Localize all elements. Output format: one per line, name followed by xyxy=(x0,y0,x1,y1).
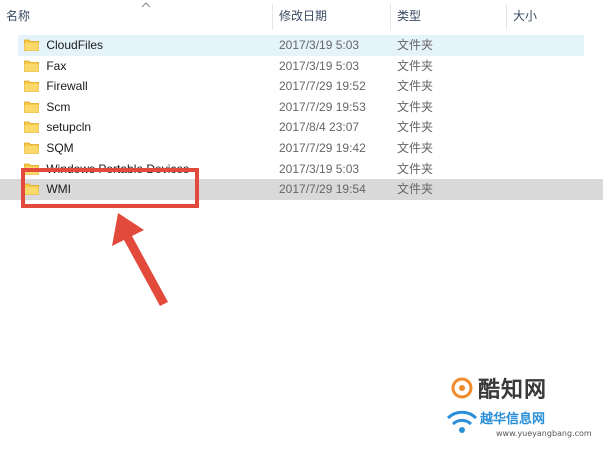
file-type: 文件夹 xyxy=(397,161,434,176)
sort-ascending-icon xyxy=(141,2,151,8)
watermark-subtitle: 越华信息网 xyxy=(480,411,546,426)
file-date: 2017/3/19 5:03 xyxy=(279,38,360,52)
column-header-size[interactable]: 大小 xyxy=(507,0,603,33)
file-date: 2017/3/19 5:03 xyxy=(279,58,360,73)
file-type: 文件夹 xyxy=(397,58,434,73)
file-date: 2017/3/19 5:03 xyxy=(279,161,360,176)
file-name-cell: Firewall xyxy=(18,76,88,97)
file-type: 文件夹 xyxy=(397,79,434,94)
watermark-url: www.yueyangbang.com xyxy=(496,429,592,438)
folder-icon xyxy=(24,121,39,134)
folder-icon xyxy=(24,142,39,154)
file-row-firewall[interactable]: Firewall 2017/7/29 19:52 文件夹 xyxy=(0,76,603,97)
folder-icon xyxy=(24,60,39,72)
file-name-cell: Fax xyxy=(18,56,66,77)
annotation-highlight-box xyxy=(21,168,199,208)
column-header-type[interactable]: 类型 xyxy=(391,0,506,33)
file-explorer: 名称 修改日期 类型 大小 CloudFiles 2017/3/19 5:03 … xyxy=(0,0,603,449)
column-header-date[interactable]: 修改日期 xyxy=(273,0,390,33)
file-date: 2017/7/29 19:53 xyxy=(279,99,366,114)
file-date: 2017/7/29 19:42 xyxy=(279,140,366,155)
file-name: Firewall xyxy=(46,79,88,94)
watermark: 酷知网 越华信息网 www.yueyangbang.com xyxy=(444,372,603,449)
folder-icon xyxy=(24,80,39,93)
file-type: 文件夹 xyxy=(397,182,434,197)
file-name: Scm xyxy=(46,99,71,114)
file-row-setupcln[interactable]: setupcln 2017/8/4 23:07 文件夹 xyxy=(0,117,603,138)
column-header-name[interactable]: 名称 xyxy=(0,0,272,33)
file-name: CloudFiles xyxy=(46,38,104,52)
file-type: 文件夹 xyxy=(397,140,434,155)
file-name-cell: Scm xyxy=(18,97,70,118)
file-row-sqm[interactable]: SQM 2017/7/29 19:42 文件夹 xyxy=(0,138,603,159)
file-row-scm[interactable]: Scm 2017/7/29 19:53 文件夹 xyxy=(0,97,603,118)
file-name: SQM xyxy=(46,140,74,155)
file-type: 文件夹 xyxy=(397,99,434,114)
file-date: 2017/7/29 19:52 xyxy=(279,79,366,94)
file-name: setupcln xyxy=(46,120,92,135)
file-date: 2017/7/29 19:54 xyxy=(279,182,366,197)
file-name-cell: setupcln xyxy=(18,117,91,138)
file-type: 文件夹 xyxy=(397,120,434,135)
watermark-title: 酷知网 xyxy=(478,377,548,402)
folder-icon xyxy=(24,101,39,113)
folder-icon xyxy=(24,39,39,51)
column-header-row: 名称 修改日期 类型 大小 xyxy=(0,0,603,33)
file-row-fax[interactable]: Fax 2017/3/19 5:03 文件夹 xyxy=(0,56,603,77)
file-name-cell: SQM xyxy=(18,138,74,159)
file-name-cell: CloudFiles xyxy=(18,35,103,56)
file-name: Fax xyxy=(46,58,67,73)
file-date: 2017/8/4 23:07 xyxy=(279,120,360,135)
file-type: 文件夹 xyxy=(397,38,434,52)
file-row-cloudfiles[interactable]: CloudFiles 2017/3/19 5:03 文件夹 xyxy=(18,35,584,56)
